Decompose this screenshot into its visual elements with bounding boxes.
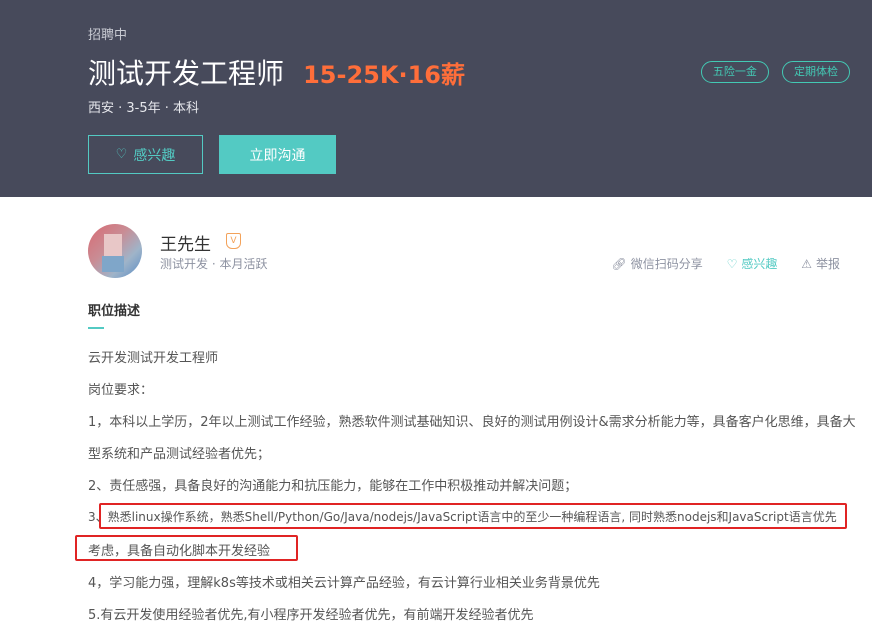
desc-line: 5.有云开发使用经验者优先,有小程序开发经验者优先，有前端开发经验者优先 xyxy=(88,608,534,623)
desc-line: 型系统和产品测试经验者优先； xyxy=(88,447,271,462)
highlight-box xyxy=(99,503,847,529)
heart-outline-icon: ♡ xyxy=(726,256,738,271)
avatar[interactable] xyxy=(88,224,142,278)
desc-line: 1，本科以上学历，2年以上测试工作经验，熟悉软件测试基础知识、良好的测试用例设计… xyxy=(88,415,856,430)
benefit-tag: 定期体检 xyxy=(782,61,850,83)
job-status: 招聘中 xyxy=(88,28,128,43)
recruiter-actions: 🔗︎ 微信扫码分享 ♡ 感兴趣 ⚠ 举报 xyxy=(592,255,840,272)
verified-badge-icon: V xyxy=(226,233,241,249)
report-button[interactable]: ⚠ 举报 xyxy=(801,255,840,272)
job-title: 测试开发工程师 xyxy=(88,57,285,90)
highlight-box xyxy=(75,535,298,561)
report-label: 举报 xyxy=(815,257,840,271)
section-title: 职位描述 xyxy=(88,304,141,319)
desc-line: 4，学习能力强，理解k8s等技术或相关云计算产品经验，有云计算行业相关业务背景优… xyxy=(88,576,600,591)
interest-button[interactable]: ♡ 感兴趣 xyxy=(88,135,203,174)
interest-label: 感兴趣 xyxy=(741,257,778,271)
benefit-tags: 五险一金 定期体检 xyxy=(693,60,850,83)
desc-line: 岗位要求： xyxy=(88,383,154,398)
share-button[interactable]: 🔗︎ 微信扫码分享 xyxy=(612,255,703,272)
salary: 15-25K·16薪 xyxy=(303,60,465,89)
share-link-icon: 🔗︎ xyxy=(611,256,627,271)
recruiter-name: 王先生 xyxy=(160,235,211,255)
title-row: 测试开发工程师 15-25K·16薪 xyxy=(88,52,465,90)
section-underline xyxy=(88,327,104,329)
interest-action[interactable]: ♡ 感兴趣 xyxy=(727,255,778,272)
share-label: 微信扫码分享 xyxy=(630,257,703,271)
warning-icon: ⚠ xyxy=(801,256,812,271)
avatar-blur xyxy=(104,234,122,256)
interest-button-label: 感兴趣 xyxy=(133,147,176,164)
desc-line: 2、责任感强，具备良好的沟通能力和抗压能力，能够在工作中积极推动并解决问题； xyxy=(88,479,578,494)
heart-icon: ♡ xyxy=(115,147,128,162)
job-header: 招聘中 测试开发工程师 15-25K·16薪 西安 · 3-5年 · 本科 五险… xyxy=(0,0,872,197)
recruiter-meta: 测试开发 · 本月活跃 xyxy=(160,257,268,271)
desc-line: 云开发测试开发工程师 xyxy=(88,351,219,366)
benefit-tag: 五险一金 xyxy=(700,61,769,83)
job-meta: 西安 · 3-5年 · 本科 xyxy=(88,101,200,116)
chat-now-button[interactable]: 立即沟通 xyxy=(219,135,336,174)
avatar-blur xyxy=(102,256,124,272)
